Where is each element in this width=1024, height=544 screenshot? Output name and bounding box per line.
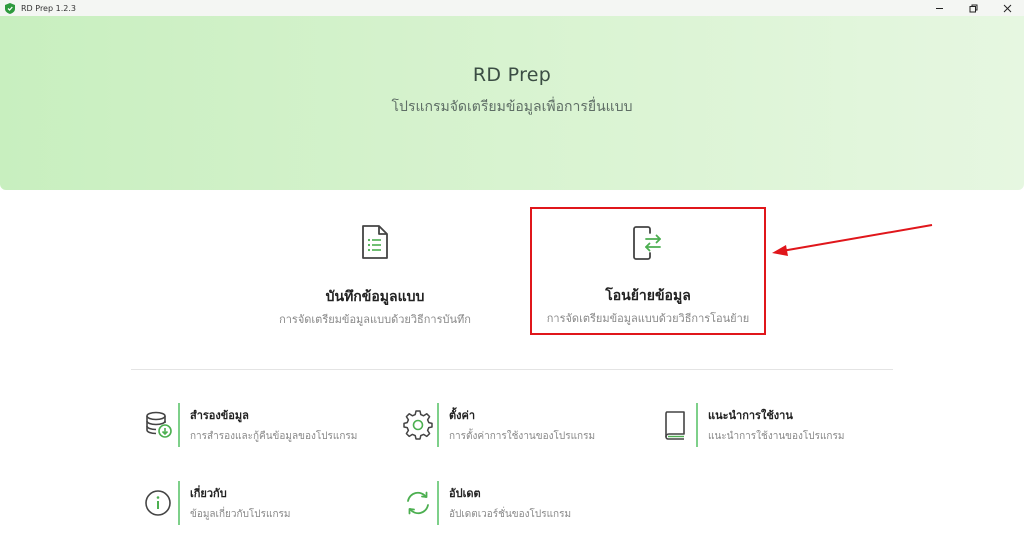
file-transfer-icon (633, 226, 661, 260)
update-title: อัปเดต (449, 487, 481, 500)
window-controls (922, 0, 1024, 16)
record-data-card[interactable]: บันทึกข้อมูลแบบ การจัดเตรียมข้อมูลแบบด้ว… (250, 210, 500, 335)
user-guide-desc: แนะนำการใช้งานของโปรแกรม (708, 431, 845, 442)
gear-icon (403, 410, 433, 440)
app-name-heading: RD Prep (472, 64, 552, 86)
backup-item[interactable]: สำรองข้อมูล การสำรองและกู้คืนข้อมูลของโป… (144, 403, 357, 447)
about-item[interactable]: เกี่ยวกับ ข้อมูลเกี่ยวกับโปรแกรม (144, 481, 290, 525)
record-data-title: บันทึกข้อมูลแบบ (325, 289, 425, 305)
window-title: RD Prep 1.2.3 (21, 3, 76, 13)
app-logo-icon (5, 2, 15, 14)
transfer-data-card[interactable]: โอนย้ายข้อมูล การจัดเตรียมข้อมูลแบบด้วยว… (530, 207, 766, 335)
annotation-arrow (772, 224, 933, 256)
database-backup-icon (146, 411, 172, 438)
close-button[interactable] (990, 0, 1024, 16)
update-desc: อัปเดตเวอร์ชั่นของโปรแกรม (449, 509, 572, 520)
restore-icon (969, 4, 977, 12)
minimize-button[interactable] (922, 0, 956, 16)
backup-desc: การสำรองและกู้คืนข้อมูลของโปรแกรม (190, 431, 358, 442)
title-bar: RD Prep 1.2.3 (0, 0, 1024, 16)
user-guide-title: แนะนำการใช้งาน (708, 409, 793, 422)
close-icon (1003, 4, 1011, 12)
about-title: เกี่ยวกับ (190, 487, 227, 500)
settings-title: ตั้งค่า (449, 409, 476, 422)
record-data-desc: การจัดเตรียมข้อมูลแบบด้วยวิธีการบันทึก (279, 313, 471, 326)
info-icon (145, 490, 171, 516)
settings-desc: การตั้งค่าการใช้งานของโปรแกรม (449, 431, 596, 442)
settings-item[interactable]: ตั้งค่า การตั้งค่าการใช้งานของโปรแกรม (403, 403, 595, 447)
transfer-data-desc: การจัดเตรียมข้อมูลแบบด้วยวิธีการโอนย้าย (546, 312, 750, 325)
refresh-icon (407, 491, 429, 515)
minimize-icon (935, 7, 943, 9)
document-list-icon (362, 225, 388, 259)
user-guide-item[interactable]: แนะนำการใช้งาน แนะนำการใช้งานของโปรแกรม (662, 403, 844, 447)
app-tagline: โปรแกรมจัดเตรียมข้อมูลเพื่อการยื่นแบบ (391, 99, 633, 115)
update-item[interactable]: อัปเดต อัปเดตเวอร์ชั่นของโปรแกรม (403, 481, 571, 525)
restore-button[interactable] (956, 0, 990, 16)
book-icon (665, 411, 685, 440)
about-desc: ข้อมูลเกี่ยวกับโปรแกรม (190, 509, 291, 520)
transfer-data-title: โอนย้ายข้อมูล (605, 288, 691, 304)
section-divider (131, 369, 893, 370)
backup-title: สำรองข้อมูล (190, 409, 249, 422)
hero-banner: RD Prep โปรแกรมจัดเตรียมข้อมูลเพื่อการยื… (0, 16, 1024, 190)
